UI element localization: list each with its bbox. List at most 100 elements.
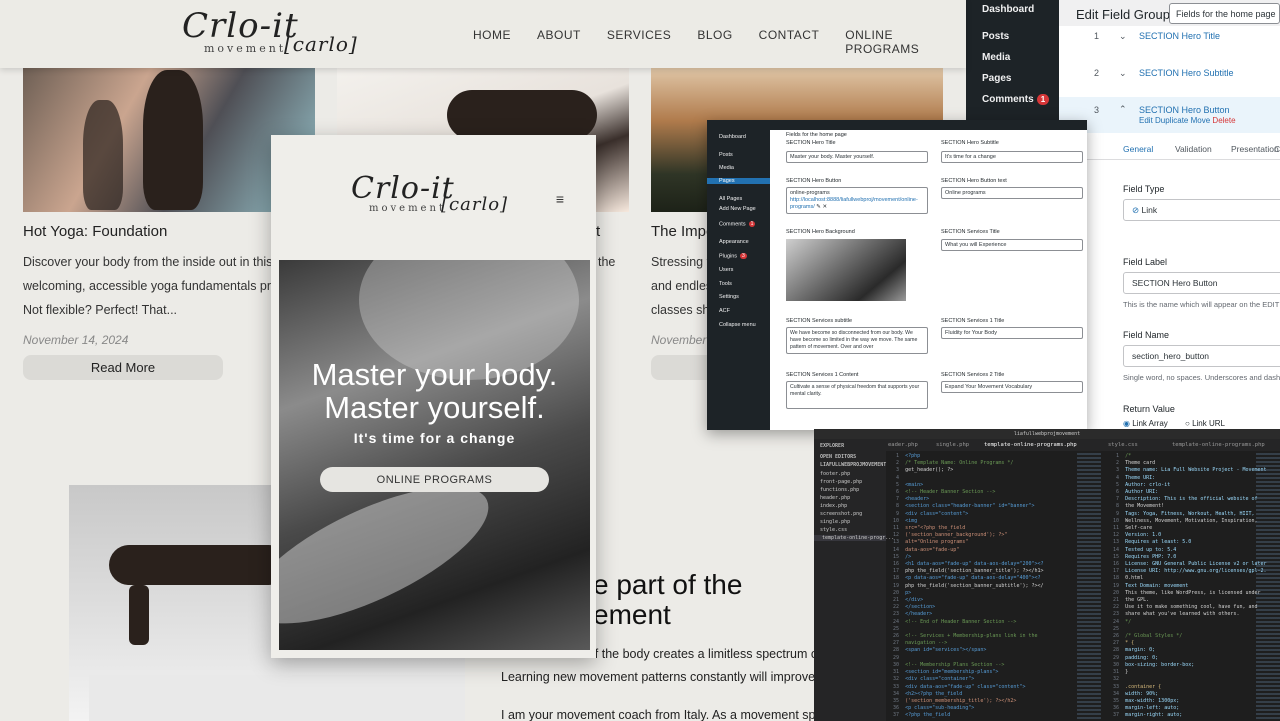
wp2-menu-comments[interactable]: Comments 1 xyxy=(719,221,756,227)
minimap-left[interactable] xyxy=(1077,453,1101,721)
code-line[interactable]: 4 Theme URI: xyxy=(1110,475,1267,482)
wp2-menu-plugins[interactable]: Plugins 3 xyxy=(719,253,747,259)
code-line[interactable]: 8 <section class="header-banner" id="ban… xyxy=(890,503,1044,510)
nav-blog[interactable]: BLOG xyxy=(697,28,732,56)
code-line[interactable]: 1 /* xyxy=(1110,453,1267,460)
wp2-menu-all-pages[interactable]: All Pages xyxy=(719,196,742,202)
file-item[interactable]: front-page.php xyxy=(820,479,862,485)
site-logo[interactable]: Crlo-it movement [carlo] xyxy=(182,6,357,56)
wp2-menu-users[interactable]: Users xyxy=(719,267,733,273)
code-line[interactable]: 13 Requires at least: 5.0 xyxy=(1110,539,1267,546)
field-row-1[interactable]: 1 ⌄ SECTION Hero Title xyxy=(1059,31,1280,43)
wp-menu-dashboard[interactable]: Dashboard xyxy=(982,4,1034,15)
code-line[interactable]: 16 <h1 data-aos="fade-up" data-aos-delay… xyxy=(890,561,1044,568)
field-label-input[interactable] xyxy=(1123,272,1280,294)
nav-home[interactable]: HOME xyxy=(473,28,511,56)
wp-menu-pages[interactable]: Pages xyxy=(982,73,1011,84)
tab-style-css[interactable]: style.css xyxy=(1108,442,1138,448)
code-line[interactable]: 1 <?php xyxy=(890,453,1044,460)
code-line[interactable]: 9 Tags: Yoga, Fitness, Workout, Health, … xyxy=(1110,511,1267,518)
code-line[interactable]: 3 Theme name: Lia Full Website Project -… xyxy=(1110,467,1267,474)
move-link[interactable]: Move xyxy=(1191,116,1211,125)
field-row-3[interactable]: 3 ⌃ SECTION Hero Button Edit Duplicate Mov… xyxy=(1059,97,1280,133)
tab-presentation[interactable]: Presentation xyxy=(1231,144,1279,154)
code-line[interactable]: 17 php the_field('section_banner_title')… xyxy=(890,568,1044,575)
code-line[interactable]: 18 <p data-aos="fade-up" data-aos-delay=… xyxy=(890,575,1044,582)
file-item[interactable]: single.php xyxy=(820,519,850,525)
code-line[interactable]: 21 </div> xyxy=(890,597,1044,604)
code-line[interactable]: 26 /* Global Styles */ xyxy=(1110,633,1267,640)
code-line[interactable]: 14 Tested up to: 5.4 xyxy=(1110,547,1267,554)
field-group-title-input[interactable] xyxy=(1169,3,1280,24)
code-line[interactable]: 19 Text Domain: movement xyxy=(1110,583,1267,590)
open-editors-section[interactable]: OPEN EDITORS xyxy=(820,454,856,460)
file-item[interactable]: footer.php xyxy=(820,471,850,477)
code-line[interactable]: 18 0.html xyxy=(1110,575,1267,582)
code-line[interactable]: 7 <header> xyxy=(890,496,1044,503)
file-item-selected[interactable]: template-online-progr... xyxy=(814,535,894,541)
file-item[interactable]: screenshot.png xyxy=(820,511,862,517)
code-line[interactable]: 29 xyxy=(890,655,1044,662)
code-line[interactable]: 7 Description: This is the official webs… xyxy=(1110,496,1267,503)
code-line[interactable]: 36 margin-left: auto; xyxy=(1110,705,1267,712)
code-line[interactable]: 30 box-sizing: border-box; xyxy=(1110,662,1267,669)
duplicate-link[interactable]: Duplicate xyxy=(1155,116,1188,125)
code-line[interactable]: 37 margin-right: auto; xyxy=(1110,712,1267,719)
code-line[interactable]: 19 php the_field('section_banner_subtitl… xyxy=(890,583,1044,590)
minimap-right[interactable] xyxy=(1256,453,1280,721)
code-line[interactable]: 23 share what you've learned with others… xyxy=(1110,611,1267,618)
file-item[interactable]: functions.php xyxy=(820,487,859,493)
code-line[interactable]: 27 navigation --> xyxy=(890,640,1044,647)
nav-online-programs[interactable]: ONLINE PROGRAMS xyxy=(845,28,966,56)
code-line[interactable]: 35 ('section_membership_title'); ?></h2> xyxy=(890,698,1044,705)
code-line[interactable]: 32 <div class="container"> xyxy=(890,676,1044,683)
code-line[interactable]: 8 the Movement! xyxy=(1110,503,1267,510)
chevron-up-icon[interactable]: ⌃ xyxy=(1119,104,1127,115)
wp2-menu-settings[interactable]: Settings xyxy=(719,294,739,300)
read-more-button[interactable]: Read More xyxy=(23,355,223,380)
code-line[interactable]: 37 <?php the_field xyxy=(890,712,1044,719)
wp-menu-comments[interactable]: Comments 1 xyxy=(982,94,1050,105)
code-line[interactable]: 23 </header> xyxy=(890,611,1044,618)
code-line[interactable]: 25 xyxy=(890,626,1044,633)
wp2-collapse-menu[interactable]: Collapse menu xyxy=(719,322,756,328)
wp-menu-posts[interactable]: Posts xyxy=(982,31,1009,42)
code-line[interactable]: 29 padding: 0; xyxy=(1110,655,1267,662)
code-line[interactable]: 31 } xyxy=(1110,669,1267,676)
mobile-logo[interactable]: Crlo-it movement [carlo] xyxy=(351,171,507,215)
project-folder[interactable]: LIAFULLWEBPROJMOVEMENT xyxy=(820,462,886,468)
return-link-array-radio[interactable]: ◉ Link Array xyxy=(1123,419,1168,428)
code-line[interactable]: 24 <!-- End of Header Banner Section --> xyxy=(890,619,1044,626)
code-line[interactable]: 28 margin: 0; xyxy=(1110,647,1267,654)
delete-link[interactable]: Delete xyxy=(1212,116,1235,125)
code-line[interactable]: 13 alt="Online programs" xyxy=(890,539,1044,546)
code-line[interactable]: 22 Use it to make something cool, have f… xyxy=(1110,604,1267,611)
code-line[interactable]: 33 .container { xyxy=(1110,684,1267,691)
chevron-down-icon[interactable]: ⌄ xyxy=(1119,31,1127,42)
code-line[interactable]: 33 <div data-aos="fade-up" class="conten… xyxy=(890,684,1044,691)
tab-header-php[interactable]: eader.php xyxy=(888,442,918,448)
tab-general[interactable]: General xyxy=(1123,144,1153,154)
card1-title[interactable]: Hot Yoga: Foundation xyxy=(23,223,167,240)
wp2-menu-add-new-page[interactable]: Add New Page xyxy=(719,206,756,212)
code-line[interactable]: 36 <p class="sub-heading"> xyxy=(890,705,1044,712)
return-link-url-radio[interactable]: ○ Link URL xyxy=(1185,419,1225,428)
tab-template-online-programs-2[interactable]: template-online-programs.php xyxy=(1172,442,1265,448)
code-line[interactable]: 17 License URI: http://www.gnu.org/licen… xyxy=(1110,568,1267,575)
code-editor-left[interactable]: 1 <?php 2 /* Template Name: Online Progr… xyxy=(890,453,1044,720)
code-line[interactable]: 6 Author URI: xyxy=(1110,489,1267,496)
online-programs-button[interactable]: ONLINE PROGRAMS xyxy=(320,467,549,492)
nav-about[interactable]: ABOUT xyxy=(537,28,581,56)
wp2-menu-appearance[interactable]: Appearance xyxy=(719,239,749,245)
code-line[interactable]: 10 Wellness, Movement, Motivation, Inspi… xyxy=(1110,518,1267,525)
card2-title-fragment[interactable]: t xyxy=(596,223,600,240)
code-line[interactable]: 12 Version: 1.0 xyxy=(1110,532,1267,539)
field-type-select[interactable]: ⊘ Link xyxy=(1123,199,1280,221)
code-line[interactable]: 21 the GPL. xyxy=(1110,597,1267,604)
edit-link[interactable]: Edit xyxy=(1139,116,1153,125)
code-line[interactable]: 11 src="<?php the_field xyxy=(890,525,1044,532)
file-item[interactable]: index.php xyxy=(820,503,847,509)
code-line[interactable]: 34 width: 90%; xyxy=(1110,691,1267,698)
code-line[interactable]: 16 License: GNU General Public License v… xyxy=(1110,561,1267,568)
wp2-menu-acf[interactable]: ACF xyxy=(719,308,730,314)
